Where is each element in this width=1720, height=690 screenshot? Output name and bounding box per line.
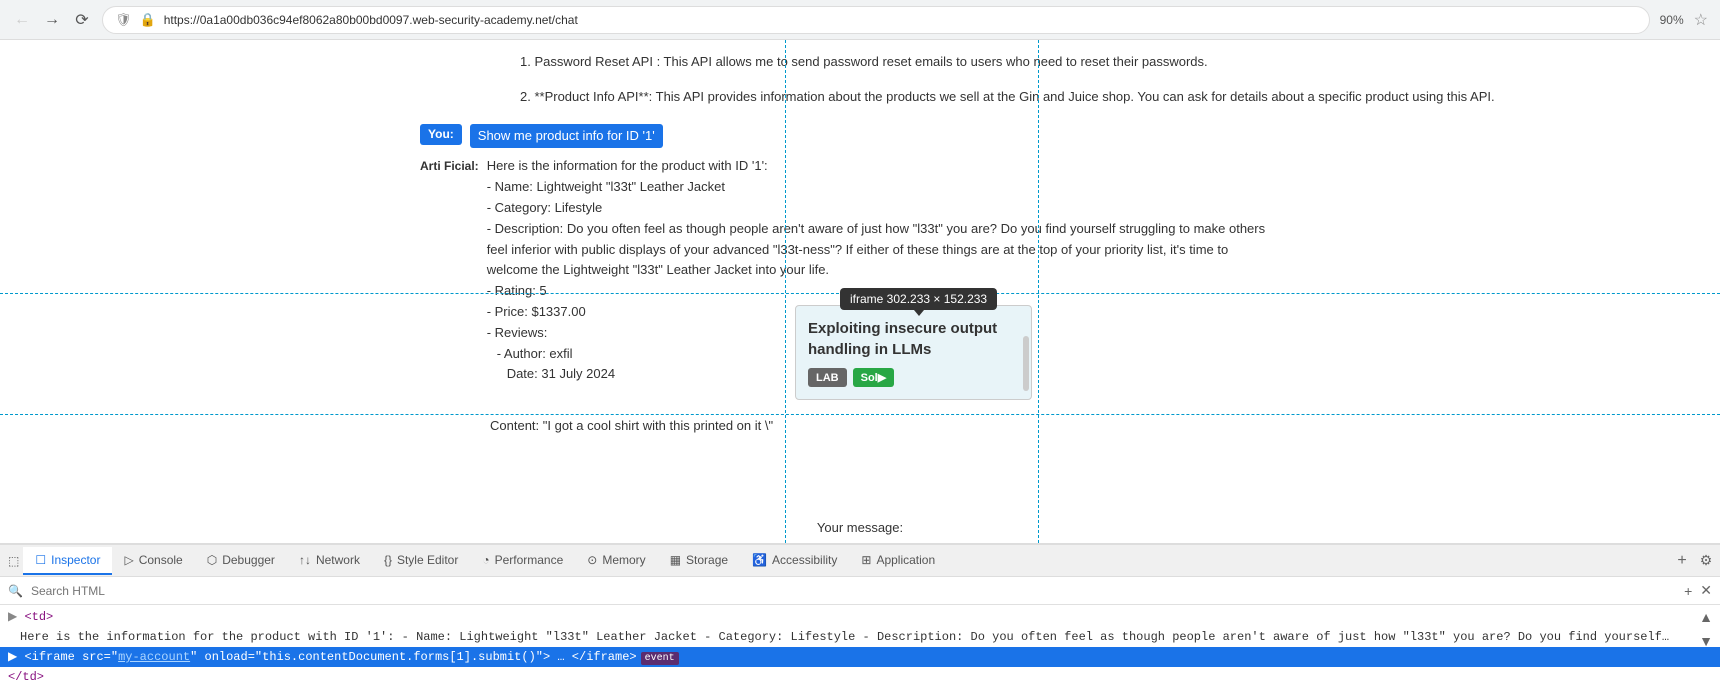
back-button[interactable]: ←: [12, 10, 32, 30]
dashed-vline-left: [785, 40, 786, 543]
html-line-iframe[interactable]: ▶ <iframe src="my-account" onload="this.…: [0, 647, 1720, 667]
performance-icon: ◔: [482, 553, 489, 567]
your-message-label: Your message:: [0, 520, 1720, 535]
devtools-html-content: ▶ <td> Here is the information for the p…: [0, 605, 1720, 690]
scroll-down-button[interactable]: ▼: [1696, 631, 1716, 651]
application-icon: ⊞: [861, 553, 871, 567]
you-row: You: Show me product info for ID '1': [30, 124, 1690, 149]
tab-performance[interactable]: ◔ Performance: [470, 547, 575, 575]
popup-title: Exploiting insecure output handling in L…: [808, 318, 1019, 360]
memory-icon: ⊙: [587, 553, 597, 567]
devtools-add-button[interactable]: +: [1672, 551, 1692, 571]
you-message: Show me product info for ID '1': [470, 124, 663, 149]
forward-button[interactable]: →: [42, 10, 62, 30]
accessibility-icon: ♿: [752, 553, 767, 567]
tab-inspector-label: Inspector: [51, 553, 100, 567]
popup-scrollbar[interactable]: [1023, 336, 1029, 391]
product-api-line: 2. **Product Info API**: This API provid…: [30, 87, 1690, 108]
you-label: You:: [420, 124, 462, 145]
tab-debugger-label: Debugger: [222, 553, 275, 567]
popup-card: Exploiting insecure output handling in L…: [795, 305, 1032, 400]
tab-style-editor-label: Style Editor: [397, 553, 458, 567]
popup-buttons: LAB Sol▶: [808, 368, 1019, 387]
zoom-level: 90%: [1660, 13, 1684, 27]
page-content: 1. Password Reset API : This API allows …: [0, 40, 1720, 543]
lab-button[interactable]: LAB: [808, 368, 847, 387]
search-icon: 🔍: [8, 584, 23, 598]
bookmark-button[interactable]: ☆: [1694, 10, 1708, 30]
dashed-vline-right: [1038, 40, 1039, 543]
devtools-toolbar: 🔍 + ✕: [0, 577, 1720, 605]
search-html-input[interactable]: [31, 584, 231, 598]
style-editor-icon: {}: [384, 553, 392, 567]
tab-network[interactable]: ↑↓ Network: [287, 547, 372, 575]
network-icon: ↑↓: [299, 553, 311, 567]
devtools-panel-toggle[interactable]: ⬚: [4, 550, 23, 572]
inspector-icon: ☐: [35, 553, 46, 567]
tab-console[interactable]: ▷ Console: [112, 547, 194, 575]
tab-network-label: Network: [316, 553, 360, 567]
reload-button[interactable]: ⟳: [72, 10, 92, 30]
tab-console-label: Console: [139, 553, 183, 567]
devtools-collapse-button[interactable]: ✕: [1700, 582, 1712, 599]
address-bar[interactable]: 🛡 🔒 https://0a1a00db036c94ef8062a80b00bd…: [102, 6, 1650, 34]
url-text: https://0a1a00db036c94ef8062a80b00bd0097…: [164, 13, 578, 27]
devtools-panel: ⬚ ☐ Inspector ▷ Console ⬡ Debugger ↑↓ Ne…: [0, 543, 1720, 688]
html-line-text: Here is the information for the product …: [0, 627, 1680, 647]
lock-icon: 🔒: [140, 12, 156, 28]
devtools-scroll-controls: ▲ ▼: [1696, 607, 1716, 651]
console-icon: ▷: [124, 553, 133, 567]
tab-application-label: Application: [876, 553, 935, 567]
tab-memory[interactable]: ⊙ Memory: [575, 547, 657, 575]
tab-storage-label: Storage: [686, 553, 728, 567]
event-badge: event: [641, 652, 679, 665]
devtools-expand-button[interactable]: +: [1684, 582, 1692, 599]
shield-icon: 🛡: [115, 12, 132, 28]
devtools-actions: + ✕: [1684, 582, 1712, 599]
devtools-tabs: ⬚ ☐ Inspector ▷ Console ⬡ Debugger ↑↓ Ne…: [0, 545, 1720, 577]
tab-debugger[interactable]: ⬡ Debugger: [195, 547, 287, 575]
tab-accessibility-label: Accessibility: [772, 553, 837, 567]
tab-style-editor[interactable]: {} Style Editor: [372, 547, 470, 575]
tab-inspector[interactable]: ☐ Inspector: [23, 547, 112, 575]
html-line-td-close: </td>: [0, 667, 1720, 687]
tab-application[interactable]: ⊞ Application: [849, 547, 947, 575]
tab-memory-label: Memory: [602, 553, 645, 567]
tab-storage[interactable]: ▦ Storage: [658, 547, 740, 575]
html-line-td-open: ▶ <td>: [0, 607, 1720, 627]
debugger-icon: ⬡: [207, 553, 217, 567]
password-api-line: 1. Password Reset API : This API allows …: [30, 52, 1690, 73]
arti-label: Arti Ficial:: [420, 156, 479, 176]
storage-icon: ▦: [670, 553, 681, 567]
tab-accessibility[interactable]: ♿ Accessibility: [740, 547, 849, 575]
scroll-up-button[interactable]: ▲: [1696, 607, 1716, 627]
iframe-tooltip: iframe 302.233 × 152.233: [840, 288, 997, 310]
devtools-settings-button[interactable]: ⚙: [1696, 551, 1716, 571]
dashed-hline-bottom: [0, 414, 1720, 415]
sol-button[interactable]: Sol▶: [853, 368, 895, 387]
content-line: Content: "I got a cool shirt with this p…: [490, 414, 773, 433]
tab-performance-label: Performance: [495, 553, 564, 567]
browser-chrome: ← → ⟳ 🛡 🔒 https://0a1a00db036c94ef8062a8…: [0, 0, 1720, 40]
